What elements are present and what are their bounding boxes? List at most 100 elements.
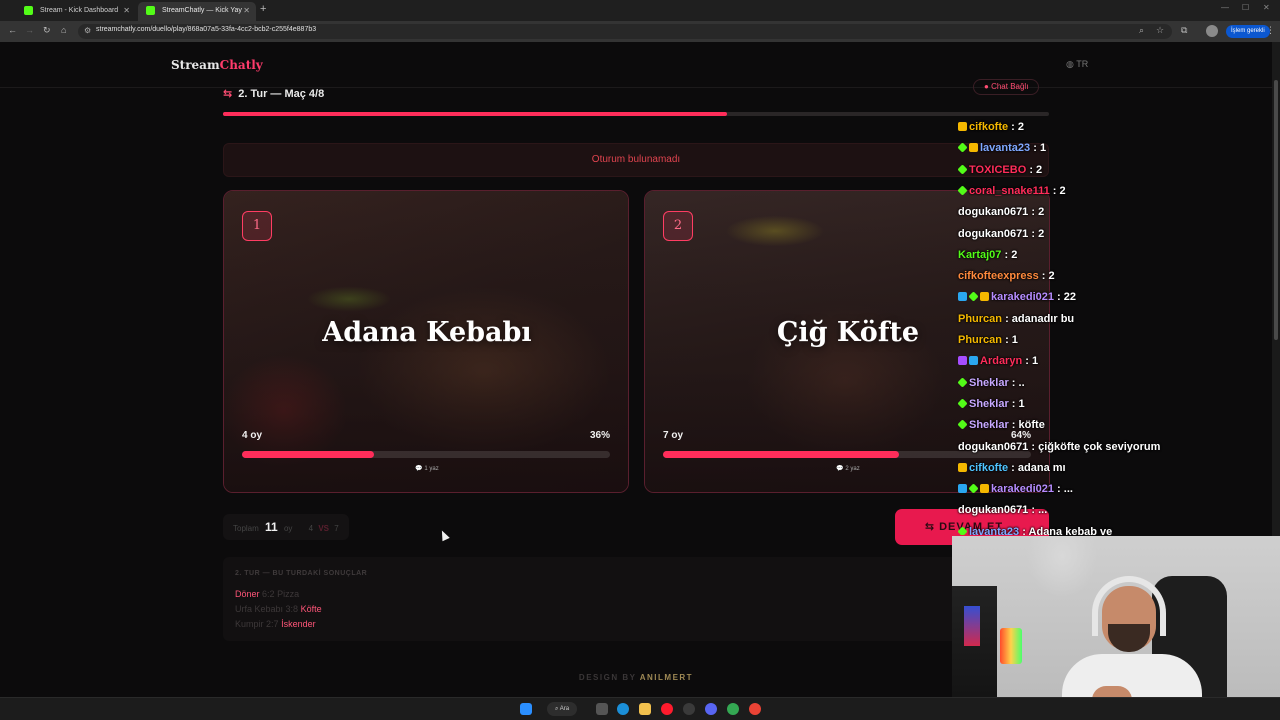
app-icon[interactable] [683,703,695,715]
chat-separator: : [1054,483,1064,496]
rgb-lights [964,606,980,646]
chat-message: coral_snake111 : 2 [957,184,1066,197]
chat-text: köfte [1018,419,1045,432]
chat-separator: : [1054,291,1064,304]
blue-badge-icon [958,484,967,494]
chat-message: karakedi021 : 22 [958,291,1076,303]
maximize-icon[interactable]: ☐ [1242,3,1249,12]
taskbar-search[interactable]: ⌕ Ara [547,702,578,716]
gold-badge-icon [969,143,978,153]
chat-message: TOXICEBO : 2 [957,163,1042,176]
tab-title: Stream - Kick Dashboard [40,7,119,14]
chat-username: karakedi021 [991,291,1054,304]
back-icon[interactable]: ← [8,25,17,35]
chat-text: adana mı [1017,461,1066,474]
action-required-pill[interactable]: İşlem gerekli [1226,25,1270,38]
chat-separator: : [1008,397,1019,410]
chat-username: dogukan0671 [958,227,1029,240]
scrollbar-thumb[interactable] [1274,80,1278,340]
chat-username: karakedi021 [991,483,1054,496]
chat-message: Phurcan : 1 [958,334,1018,346]
chat-username: cifkofte [969,461,1009,474]
chat-username: Phurcan [958,334,1003,346]
result-loser: Pizza [277,589,300,599]
chat-username: Sheklar [969,376,1009,389]
chat-message: dogukan0671 : 2 [958,228,1044,240]
chat-message: lavanta23 : Adana kebab ve [957,525,1113,535]
option-name: Adana Kebabı [322,317,532,348]
address-bar[interactable]: ⚙ streamchatly.com/duello/play/868a07a5-… [78,24,1172,39]
chat-username: dogukan0671 [958,206,1029,219]
gold-badge-icon [958,462,967,472]
round-title-text: 2. Tur — Maç 4/8 [238,88,325,100]
task-view-icon[interactable] [596,703,608,715]
chat-text: 1 [1039,142,1047,155]
comment-count-text: 1 yaz [424,466,439,472]
new-tab-icon[interactable]: + [260,3,266,15]
chat-separator: : [1028,227,1039,240]
gold-badge-icon [958,122,967,131]
edge-icon[interactable] [617,703,629,715]
round-results-panel: 2. TUR — BU TURDAKİ SONUÇLAR Döner 6:2 P… [223,557,1049,641]
chat-message: Sheklar : köfte [957,419,1045,432]
forward-icon[interactable]: → [25,25,34,35]
discord-icon[interactable] [705,703,717,715]
opera-icon[interactable] [661,703,673,715]
comment-icon: 💬 [836,466,844,472]
tab-kick-dashboard[interactable]: Stream - Kick Dashboard ✕ [16,2,136,21]
bookmark-star-icon[interactable]: ☆ [1156,25,1164,36]
home-icon[interactable]: ⌂ [61,25,66,35]
result-row: Urfa Kebabı 3:8 Köfte [235,604,322,614]
site-info-icon[interactable]: ⚙ [84,26,91,35]
result-winner: Köfte [300,604,322,614]
option-percent: 36% [589,430,610,441]
chat-username: coral_snake111 [969,184,1050,197]
site-header: StreamChatly ◍ TR [0,42,1272,88]
language-switcher[interactable]: ◍ TR [1066,59,1088,70]
chat-username: Sheklar [969,397,1009,410]
right-score: 7 [334,524,339,533]
vote-bar-fill [663,451,899,458]
gold-badge-icon [980,292,989,302]
reload-icon[interactable]: ↻ [43,25,51,36]
chat-username: Kartaj07 [958,248,1002,261]
chrome-icon[interactable] [727,703,739,715]
tab-streamchatly[interactable]: StreamChatly — Kick Yayıncılar ✕ [138,2,256,21]
chat-text: 2 [1048,270,1055,283]
file-explorer-icon[interactable] [639,703,651,715]
chat-text: 2 [1017,121,1025,133]
chat-text: 22 [1063,291,1077,304]
close-tab-icon[interactable]: ✕ [243,2,250,19]
chat-username: cifkofteexpress [958,270,1039,283]
footer-author[interactable]: ANILMERT [640,673,693,682]
chat-separator: : [1002,334,1012,346]
option-card-1[interactable]: 1 Adana Kebabı 4 oy 36% 💬 1 yaz [223,190,629,493]
option-number-badge: 2 [663,211,693,241]
site-logo[interactable]: StreamChatly [171,58,263,72]
green-badge-icon [957,419,968,430]
chat-separator: : [1049,184,1060,197]
total-count: 11 [265,520,278,534]
chat-message: Ardaryn : 1 [958,355,1038,367]
menu-kebab-icon[interactable]: ⋮ [1266,25,1275,36]
chat-username: Phurcan [958,312,1003,325]
extensions-icon[interactable]: ⧉ [1181,25,1187,36]
result-row: Döner 6:2 Pizza [235,589,299,599]
chat-username: TOXICEBO [969,163,1027,176]
round-progress-track [223,112,1049,116]
chat-separator: : [1008,376,1019,389]
chat-text: Adana kebab ve [1028,525,1113,535]
close-tab-icon[interactable]: ✕ [123,2,130,19]
close-window-icon[interactable]: ✕ [1263,3,1270,12]
profile-avatar[interactable] [1206,25,1218,37]
chat-separator: : [1008,461,1018,474]
chat-connection-badge[interactable]: ● Chat Bağlı [973,79,1040,95]
minimize-icon[interactable]: — [1221,3,1229,12]
total-unit: oy [283,524,293,533]
chrome-active-icon[interactable] [749,703,761,715]
zoom-icon[interactable]: ⌕ [1139,25,1144,36]
left-score: 4 [308,524,314,533]
windows-start-icon[interactable] [520,703,532,715]
chat-text: 2 [1038,206,1045,219]
chat-separator: : [1008,121,1018,133]
